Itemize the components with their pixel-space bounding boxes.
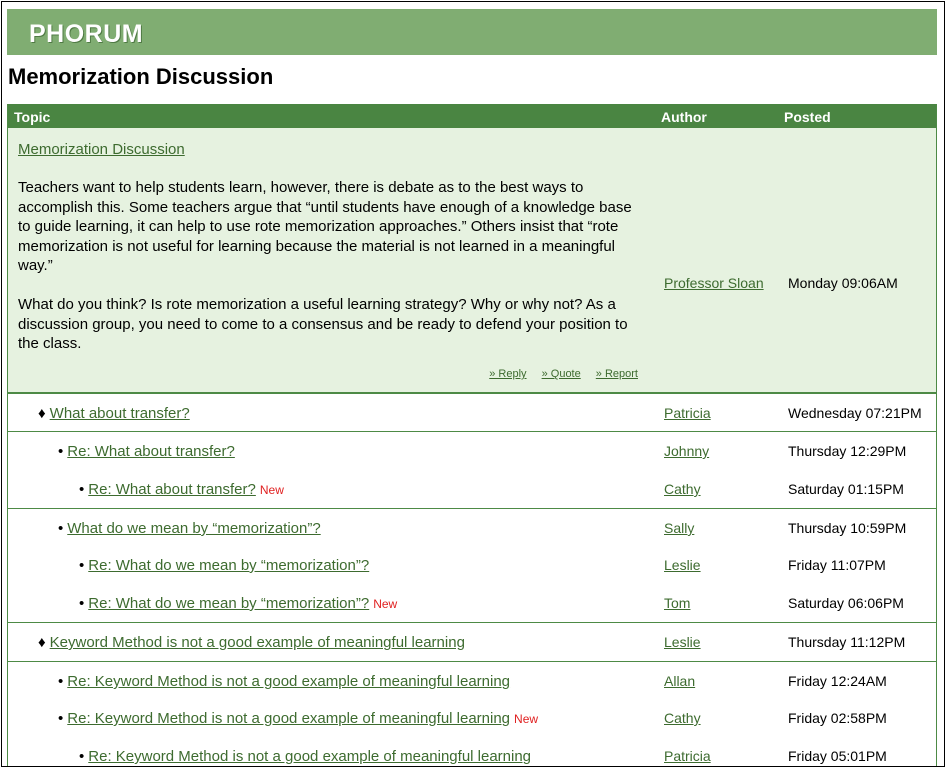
header-posted: Posted: [784, 109, 831, 125]
posted-time: Friday 12:24AM: [788, 673, 887, 689]
author-link[interactable]: Sally: [664, 520, 694, 536]
dot-bullet-icon: •: [58, 443, 64, 460]
thread-link[interactable]: Re: Keyword Method is not a good example…: [67, 673, 510, 690]
thread-topic: ♦ Keyword Method is not a good example of…: [38, 634, 469, 651]
thread-link[interactable]: Re: Keyword Method is not a good example…: [88, 748, 531, 765]
thread-link[interactable]: Re: What do we mean by “memorization”?: [88, 595, 369, 612]
author-link[interactable]: Professor Sloan: [664, 275, 764, 291]
diamond-bullet-icon: ♦: [38, 634, 46, 651]
thread-row: • Re: What do we mean by “memorization”? …: [8, 546, 936, 584]
author-link[interactable]: Cathy: [664, 710, 701, 726]
thread-link[interactable]: Re: Keyword Method is not a good example…: [67, 710, 510, 727]
author-link[interactable]: Tom: [664, 595, 690, 611]
posted-time: Thursday 11:12PM: [788, 634, 906, 650]
main-post-title-link[interactable]: Memorization Discussion: [18, 141, 185, 158]
posted-time: Friday 11:07PM: [788, 557, 886, 573]
page-title: Memorization Discussion: [8, 64, 274, 89]
thread-link[interactable]: Re: What about transfer?: [67, 443, 235, 460]
author-link[interactable]: Leslie: [664, 557, 701, 573]
thread-row: • Re: Keyword Method is not a good exampl…: [8, 737, 936, 766]
thread-topic: • Re: Keyword Method is not a good exampl…: [58, 673, 514, 690]
main-post-body: Teachers want to help students learn, ho…: [18, 178, 648, 373]
header-topic: Topic: [14, 109, 51, 125]
thread-link[interactable]: Re: What do we mean by “memorization”?: [88, 557, 369, 574]
thread-row: • Re: What do we mean by “memorization”? N…: [8, 584, 936, 622]
thread-row: • What do we mean by “memorization”? Sall…: [8, 508, 936, 547]
new-badge: New: [514, 712, 539, 726]
posted-time: Friday 05:01PM: [788, 748, 887, 764]
posted-time: Thursday 10:59PM: [788, 520, 907, 536]
phorum-logo[interactable]: PHORUM: [29, 20, 143, 49]
author-link[interactable]: Allan: [664, 673, 695, 689]
main-post-paragraph: Teachers want to help students learn, ho…: [18, 179, 632, 274]
header-banner: PHORUM: [7, 9, 937, 55]
thread-topic: • What do we mean by “memorization”?: [58, 520, 325, 537]
thread-link[interactable]: What about transfer?: [50, 405, 190, 422]
author-link[interactable]: Leslie: [664, 634, 701, 650]
dot-bullet-icon: •: [58, 673, 64, 690]
author-link[interactable]: Patricia: [664, 405, 711, 421]
thread-table: Topic Author Posted Memorization Discuss…: [7, 104, 937, 766]
thread-topic: • Re: Keyword Method is not a good exampl…: [79, 748, 535, 765]
posted-time: Saturday 01:15PM: [788, 481, 904, 497]
post-actions: » Reply » Quote » Report: [477, 368, 638, 380]
posted-time: Monday 09:06AM: [788, 275, 898, 291]
main-post: Memorization Discussion Teachers want to…: [8, 128, 936, 393]
thread-topic: ♦ What about transfer?: [38, 405, 194, 422]
table-header: Topic Author Posted: [8, 104, 936, 128]
thread-topic: • Re: What about transfer?: [58, 443, 239, 460]
header-author: Author: [661, 109, 707, 125]
quote-link[interactable]: » Quote: [542, 368, 581, 380]
posted-time: Thursday 12:29PM: [788, 443, 907, 459]
thread-row: ♦ Keyword Method is not a good example of…: [8, 622, 936, 661]
thread-row: • Re: Keyword Method is not a good exampl…: [8, 699, 936, 737]
author-link[interactable]: Johnny: [664, 443, 709, 459]
main-post-paragraph: What do you think? Is rote memorization …: [18, 296, 628, 352]
thread-link[interactable]: What do we mean by “memorization”?: [67, 520, 320, 537]
new-badge: New: [373, 597, 398, 611]
author-link[interactable]: Cathy: [664, 481, 701, 497]
posted-time: Saturday 06:06PM: [788, 595, 904, 611]
thread-topic: • Re: What do we mean by “memorization”?: [79, 557, 373, 574]
thread-topic: • Re: What do we mean by “memorization”? N…: [79, 595, 397, 612]
dot-bullet-icon: •: [58, 710, 64, 727]
dot-bullet-icon: •: [58, 520, 64, 537]
thread-topic: • Re: What about transfer? New: [79, 481, 284, 498]
thread-link[interactable]: Keyword Method is not a good example of …: [50, 634, 465, 651]
thread-row: • Re: What about transfer? Johnny Thursda…: [8, 431, 936, 470]
thread-row: • Re: What about transfer? New Cathy Satur…: [8, 470, 936, 508]
dot-bullet-icon: •: [79, 557, 85, 574]
dot-bullet-icon: •: [79, 481, 85, 498]
forum-window: PHORUM Memorization Discussion Topic Aut…: [1, 1, 945, 767]
thread-row: • Re: Keyword Method is not a good exampl…: [8, 661, 936, 700]
thread-row: ♦ What about transfer? Patricia Wednesday…: [8, 393, 936, 432]
thread-topic: • Re: Keyword Method is not a good exampl…: [58, 710, 538, 727]
posted-time: Friday 02:58PM: [788, 710, 887, 726]
thread-link[interactable]: Re: What about transfer?: [88, 481, 256, 498]
dot-bullet-icon: •: [79, 748, 85, 765]
reply-link[interactable]: » Reply: [489, 368, 526, 380]
new-badge: New: [259, 483, 284, 497]
report-link[interactable]: » Report: [596, 368, 638, 380]
author-link[interactable]: Patricia: [664, 748, 711, 764]
diamond-bullet-icon: ♦: [38, 405, 46, 422]
dot-bullet-icon: •: [79, 595, 85, 612]
posted-time: Wednesday 07:21PM: [788, 405, 922, 421]
